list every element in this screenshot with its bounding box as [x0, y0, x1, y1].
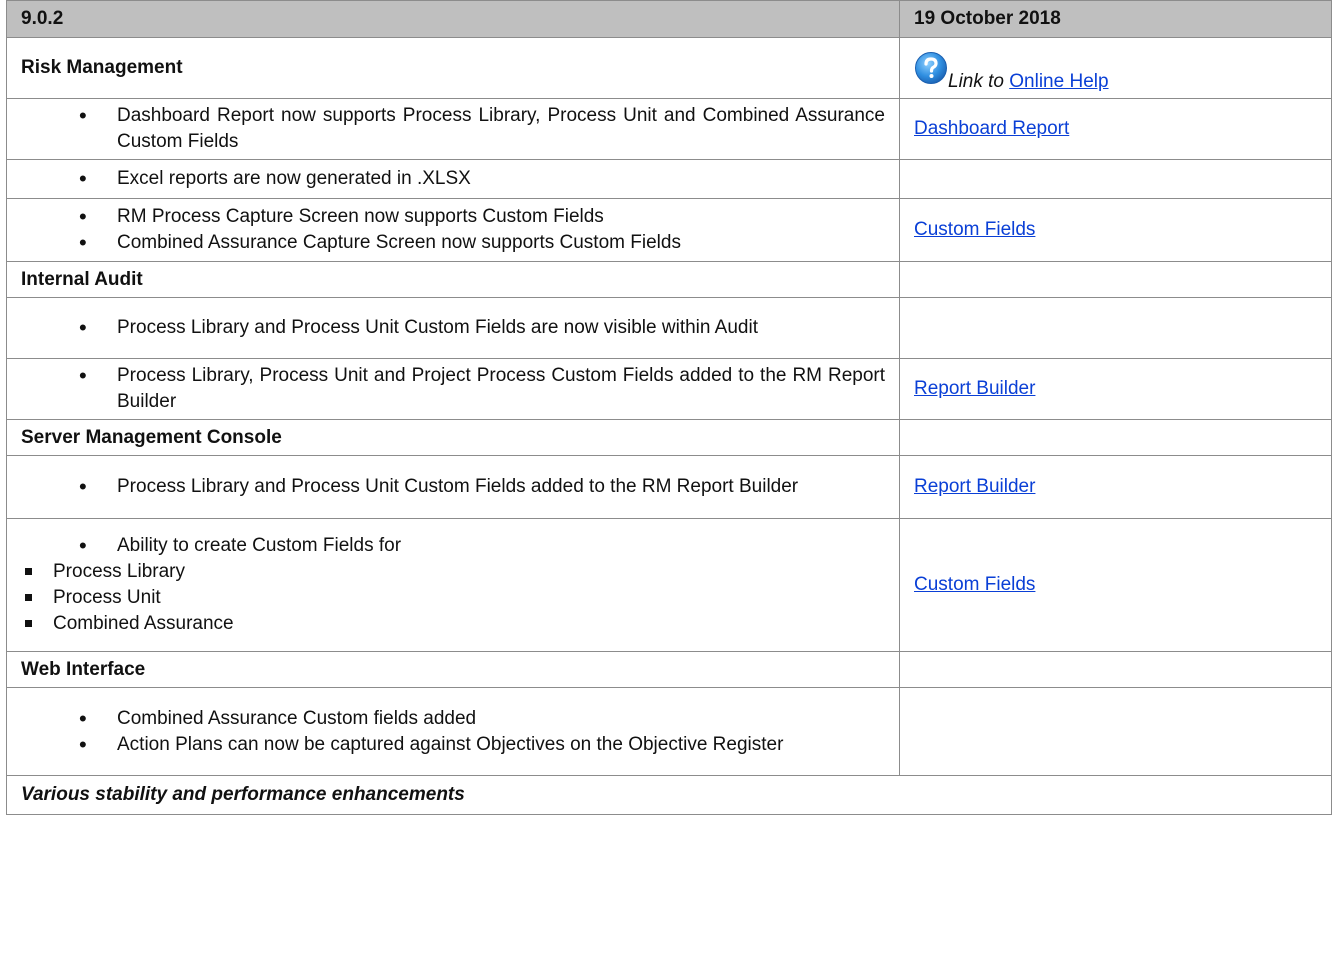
- empty-cell: [899, 297, 1332, 359]
- empty-cell: [899, 687, 1332, 776]
- version-cell: 9.0.2: [6, 0, 900, 38]
- section-title-server: Server Management Console: [6, 419, 900, 456]
- table-row: Process Library and Process Unit Custom …: [6, 455, 1332, 519]
- list-item: Combined Assurance Custom fields added: [21, 706, 885, 732]
- section-row-web: Web Interface: [6, 651, 1332, 688]
- section-row-risk: Risk Management Link to Online Help: [6, 37, 1332, 99]
- list-item: Ability to create Custom Fields for: [21, 533, 885, 559]
- custom-fields-link[interactable]: Custom Fields: [914, 219, 1035, 240]
- footer-note: Various stability and performance enhanc…: [6, 775, 1332, 815]
- online-help-link[interactable]: Online Help: [1009, 71, 1108, 92]
- custom-fields-link-2[interactable]: Custom Fields: [914, 574, 1035, 595]
- release-notes: 9.0.2 19 October 2018 Risk Management Li…: [6, 0, 1332, 815]
- section-title-web: Web Interface: [6, 651, 900, 688]
- table-row: Ability to create Custom Fields for Proc…: [6, 518, 1332, 652]
- dashboard-report-link[interactable]: Dashboard Report: [914, 118, 1069, 139]
- sub-list-item: Process Library: [21, 559, 885, 585]
- help-link-prefix: Link to: [948, 71, 1004, 92]
- table-row: Combined Assurance Custom fields added A…: [6, 687, 1332, 776]
- list-item: Action Plans can now be captured against…: [21, 732, 885, 758]
- help-question-icon[interactable]: [914, 51, 948, 93]
- empty-cell: [899, 419, 1332, 456]
- list-item: Process Library and Process Unit Custom …: [21, 474, 885, 500]
- sub-list-item: Combined Assurance: [21, 611, 885, 637]
- report-builder-link[interactable]: Report Builder: [914, 378, 1035, 399]
- help-link-cell: Link to Online Help: [899, 37, 1332, 99]
- footer-row: Various stability and performance enhanc…: [6, 775, 1332, 815]
- table-row: Process Library and Process Unit Custom …: [6, 297, 1332, 359]
- list-item: Dashboard Report now supports Process Li…: [21, 103, 885, 155]
- table-row: Excel reports are now generated in .XLSX: [6, 159, 1332, 199]
- report-builder-link-2[interactable]: Report Builder: [914, 476, 1035, 497]
- sub-list-item: Process Unit: [21, 585, 885, 611]
- section-row-server: Server Management Console: [6, 419, 1332, 456]
- section-row-audit: Internal Audit: [6, 261, 1332, 298]
- empty-cell: [899, 159, 1332, 199]
- table-row: Dashboard Report now supports Process Li…: [6, 98, 1332, 160]
- date-cell: 19 October 2018: [899, 0, 1332, 38]
- section-title-audit: Internal Audit: [6, 261, 900, 298]
- list-item: Process Library, Process Unit and Projec…: [21, 363, 885, 415]
- list-item: Excel reports are now generated in .XLSX: [21, 166, 885, 192]
- release-notes-table: 9.0.2 19 October 2018 Risk Management Li…: [6, 0, 1332, 815]
- header-row: 9.0.2 19 October 2018: [6, 0, 1332, 38]
- list-item: Combined Assurance Capture Screen now su…: [21, 230, 885, 256]
- empty-cell: [899, 261, 1332, 298]
- table-row: Process Library, Process Unit and Projec…: [6, 358, 1332, 420]
- list-item: RM Process Capture Screen now supports C…: [21, 204, 885, 230]
- empty-cell: [899, 651, 1332, 688]
- list-item: Process Library and Process Unit Custom …: [21, 315, 885, 341]
- section-title-risk: Risk Management: [6, 37, 900, 99]
- sub-list: Process Library Process Unit Combined As…: [21, 559, 885, 637]
- table-row: RM Process Capture Screen now supports C…: [6, 198, 1332, 262]
